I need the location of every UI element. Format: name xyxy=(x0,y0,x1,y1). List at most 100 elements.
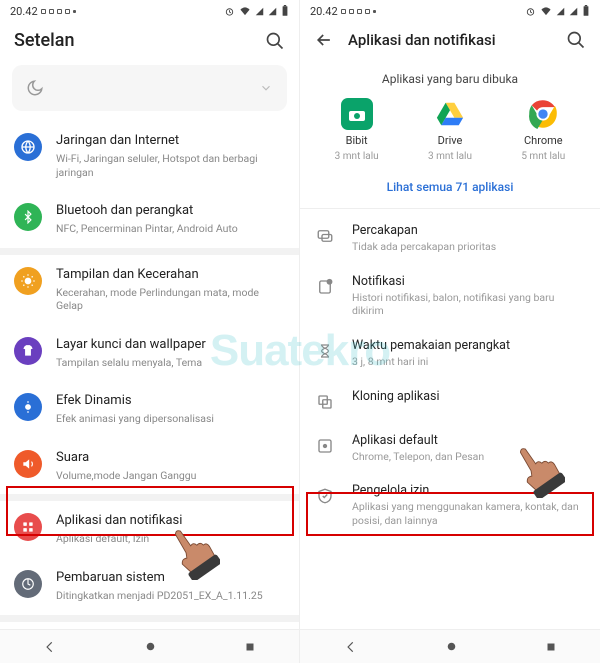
drive-icon xyxy=(434,98,466,130)
item-sub: Aplikasi default, Izin xyxy=(56,532,285,546)
item-sub: 3 j, 8 mnt hari ini xyxy=(352,355,586,369)
night-mode-card[interactable] xyxy=(12,65,287,111)
item-default-apps[interactable]: Aplikasi default Chrome, Telepon, dan Pe… xyxy=(300,423,600,474)
app-bibit[interactable]: Bibit 3 mnt lalu xyxy=(317,98,397,162)
item-lockscreen[interactable]: Layar kunci dan wallpaper Tampilan selal… xyxy=(0,325,299,382)
item-display[interactable]: Tampilan dan Kecerahan Kecerahan, mode P… xyxy=(0,255,299,325)
page-title: Aplikasi dan notifikasi xyxy=(348,31,552,49)
signal-icon-2 xyxy=(268,6,277,17)
item-permission-manager[interactable]: Pengelola izin Aplikasi yang menggunakan… xyxy=(300,473,600,537)
item-bluetooth[interactable]: Bluetooh dan perangkat NFC, Pencerminan … xyxy=(0,191,299,248)
item-title: Aplikasi dan notifikasi xyxy=(56,513,285,530)
section-gap xyxy=(0,615,299,622)
screen-settings: 20.42 Setelan xyxy=(0,0,300,663)
section-gap xyxy=(0,248,299,255)
default-app-icon xyxy=(314,435,336,457)
recently-opened-label: Aplikasi yang baru dibuka xyxy=(300,60,600,92)
item-sub: Efek animasi yang dipersonalisasi xyxy=(56,412,285,426)
alarm-icon xyxy=(224,6,235,17)
screen-apps-notifications: 20.42 Aplikasi dan notifikasi Aplikasi y… xyxy=(300,0,600,663)
item-sub: Histori notifikasi, balon, notifikasi ya… xyxy=(352,291,586,318)
chevron-down-icon xyxy=(259,81,273,95)
item-title: Suara xyxy=(56,450,285,467)
app-time: 3 mnt lalu xyxy=(428,151,472,162)
item-sub: Kecerahan, mode Perlindungan mata, mode … xyxy=(56,286,285,313)
item-sub: Volume,mode Jangan Ganggu xyxy=(56,469,285,483)
header: Setelan xyxy=(0,22,299,61)
item-sub: NFC, Pencerminan Pintar, Android Auto xyxy=(56,222,285,236)
android-navbar xyxy=(300,629,600,663)
item-title: Pengelola izin xyxy=(352,483,586,498)
item-title: Efek Dinamis xyxy=(56,393,285,410)
app-time: 5 mnt lalu xyxy=(521,151,565,162)
item-sub: Ditingkatkan menjadi PD2051_EX_A_1.11.25 xyxy=(56,589,285,603)
item-title: Aplikasi default xyxy=(352,433,586,448)
item-notifications[interactable]: Notifikasi Histori notifikasi, balon, no… xyxy=(300,264,600,328)
item-title: Percakapan xyxy=(352,223,586,238)
status-icons xyxy=(224,5,289,17)
item-title: Notifikasi xyxy=(352,274,586,289)
back-icon[interactable] xyxy=(314,30,334,50)
globe-icon xyxy=(14,133,42,161)
item-screentime[interactable]: Waktu pemakaian perangkat 3 j, 8 mnt har… xyxy=(300,328,600,379)
dynamic-icon xyxy=(14,393,42,421)
nav-home-icon[interactable] xyxy=(445,640,458,653)
item-conversations[interactable]: Percakapan Tidak ada percakapan priorita… xyxy=(300,213,600,264)
chrome-icon xyxy=(527,98,559,130)
update-icon xyxy=(14,570,42,598)
notification-icon xyxy=(314,276,336,298)
header: Aplikasi dan notifikasi xyxy=(300,22,600,60)
item-network[interactable]: Jaringan dan Internet Wi-Fi, Jaringan se… xyxy=(0,121,299,191)
item-title: Waktu pemakaian perangkat xyxy=(352,338,586,353)
apps-icon xyxy=(14,513,42,541)
item-title: Tampilan dan Kecerahan xyxy=(56,267,285,284)
shirt-icon xyxy=(14,337,42,365)
signal-icon xyxy=(255,6,264,17)
hourglass-icon xyxy=(314,340,336,362)
app-drive[interactable]: Drive 3 mnt lalu xyxy=(410,98,490,162)
signal-icon xyxy=(556,6,565,17)
dual-screen: Suatekro 20.42 Setelan xyxy=(0,0,600,663)
nav-back-icon[interactable] xyxy=(43,640,57,654)
search-icon[interactable] xyxy=(265,31,285,51)
conversation-icon xyxy=(314,225,336,247)
item-system-update[interactable]: Pembaruan sistem Ditingkatkan menjadi PD… xyxy=(0,558,299,615)
item-apps-notifications[interactable]: Aplikasi dan notifikasi Aplikasi default… xyxy=(0,501,299,558)
alarm-icon xyxy=(525,6,536,17)
item-sub: Wi-Fi, Jaringan seluler, Hotspot dan ber… xyxy=(56,152,285,179)
search-icon[interactable] xyxy=(566,30,586,50)
status-time: 20.42 xyxy=(310,5,338,18)
nav-recent-icon[interactable] xyxy=(545,641,557,653)
item-title: Pembaruan sistem xyxy=(56,570,285,587)
sun-icon xyxy=(14,267,42,295)
status-time: 20.42 xyxy=(10,5,38,18)
nav-home-icon[interactable] xyxy=(144,640,157,653)
app-name: Drive xyxy=(438,134,463,147)
item-sub: Tidak ada percakapan prioritas xyxy=(352,240,586,254)
divider xyxy=(300,208,600,209)
volume-icon xyxy=(14,450,42,478)
item-dynamic[interactable]: Efek Dinamis Efek animasi yang dipersona… xyxy=(0,381,299,438)
signal-icon-2 xyxy=(569,6,578,17)
nav-back-icon[interactable] xyxy=(344,640,358,654)
page-title: Setelan xyxy=(14,30,251,51)
item-title: Jaringan dan Internet xyxy=(56,133,285,150)
item-clone-apps[interactable]: Kloning aplikasi xyxy=(300,379,600,423)
item-title: Kloning aplikasi xyxy=(352,389,586,404)
recent-apps: Bibit 3 mnt lalu Drive 3 mnt lalu Chrome… xyxy=(300,92,600,168)
app-time: 3 mnt lalu xyxy=(335,151,379,162)
status-icons xyxy=(525,5,590,17)
app-name: Chrome xyxy=(524,134,563,147)
status-bar: 20.42 xyxy=(0,0,299,22)
clone-icon xyxy=(314,391,336,413)
wifi-icon xyxy=(239,6,251,17)
moon-icon xyxy=(26,79,44,97)
shield-icon xyxy=(314,485,336,507)
see-all-apps[interactable]: Lihat semua 71 aplikasi xyxy=(300,168,600,208)
item-sound[interactable]: Suara Volume,mode Jangan Ganggu xyxy=(0,438,299,495)
app-chrome[interactable]: Chrome 5 mnt lalu xyxy=(503,98,583,162)
item-sub: Aplikasi yang menggunakan kamera, kontak… xyxy=(352,500,586,527)
nav-recent-icon[interactable] xyxy=(244,641,256,653)
item-title: Layar kunci dan wallpaper xyxy=(56,337,285,354)
item-sub: Chrome, Telepon, dan Pesan xyxy=(352,450,586,464)
